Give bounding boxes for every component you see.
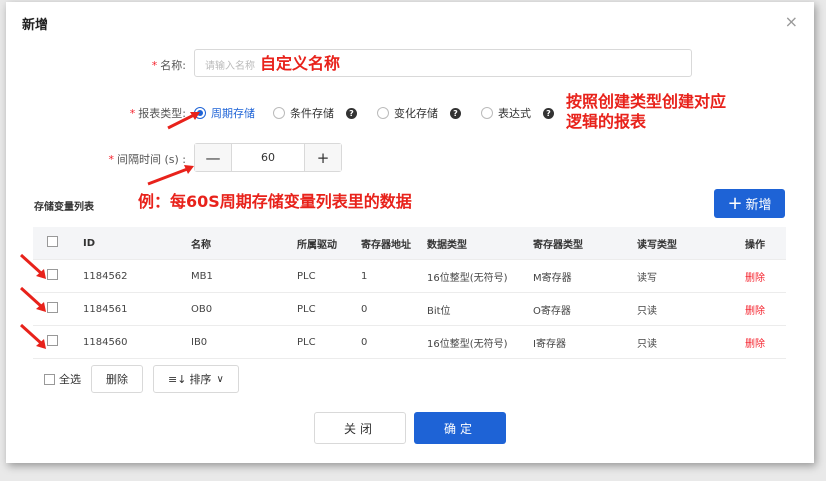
col-id: ID (83, 237, 96, 249)
cell-address: 0 (361, 336, 368, 348)
annotation-interval: 例：每60S周期存储变量列表里的数据 (138, 192, 412, 211)
confirm-button[interactable]: 确定 (414, 412, 506, 444)
cell-data-type: Bit位 (427, 305, 451, 317)
radio-expression[interactable]: 表达式 (481, 105, 531, 121)
cell-id: 1184560 (83, 336, 128, 348)
select-all[interactable]: 全选 (44, 371, 81, 387)
add-variable-button[interactable]: + 新增 (714, 189, 785, 218)
cell-register-type: O寄存器 (533, 305, 571, 317)
annotation-name: 自定义名称 (260, 54, 341, 73)
cell-register-type: M寄存器 (533, 272, 572, 284)
close-icon[interactable]: × (785, 12, 798, 31)
delete-row-link[interactable]: 删除 (745, 335, 785, 350)
col-action: 操作 (745, 239, 765, 251)
batch-delete-button[interactable]: 删除 (91, 365, 143, 393)
cell-id: 1184561 (83, 303, 128, 315)
cell-name: IB0 (191, 336, 208, 348)
cell-address: 1 (361, 270, 368, 282)
radio-dot-icon (273, 107, 285, 119)
help-icon[interactable]: ? (450, 107, 461, 119)
cell-driver: PLC (297, 303, 316, 315)
radio-dot-icon (377, 107, 389, 119)
table-footer: 全选 删除 ≡↓ 排序 ∨ (44, 365, 249, 393)
table-row: 1184561 OB0 PLC 0 Bit位 O寄存器 只读 删除 (33, 293, 786, 326)
col-driver: 所属驱动 (297, 239, 337, 251)
cell-register-type: I寄存器 (533, 338, 566, 350)
chevron-down-icon: ∨ (216, 373, 224, 385)
cell-address: 0 (361, 303, 368, 315)
decrement-button[interactable]: — (195, 144, 231, 171)
header-checkbox[interactable] (47, 236, 58, 247)
annotation-arrow-icon (147, 165, 194, 186)
interval-value[interactable]: 60 (231, 144, 305, 171)
help-icon[interactable]: ? (346, 107, 357, 119)
select-all-checkbox[interactable] (44, 373, 55, 385)
annotation-arrow-icon (19, 323, 46, 349)
cell-rw-type: 只读 (637, 305, 657, 317)
delete-row-link[interactable]: 删除 (745, 269, 785, 284)
cell-driver: PLC (297, 336, 316, 348)
plus-icon: + (727, 192, 743, 214)
annotation-arrow-icon (19, 253, 46, 279)
row-checkbox[interactable] (47, 269, 58, 280)
add-report-dialog: 新增 × * 名称: 请输入名称 自定义名称 * 报表类型: 周期存储 条件存储 ?… (6, 2, 814, 463)
col-name: 名称 (191, 239, 211, 251)
cell-driver: PLC (297, 270, 316, 282)
table-header: ID 名称 所属驱动 寄存器地址 数据类型 寄存器类型 读写类型 操作 (33, 227, 786, 260)
row-checkbox[interactable] (47, 335, 58, 346)
row-checkbox[interactable] (47, 302, 58, 313)
annotation-arrow-icon (167, 112, 200, 130)
report-type-radio-group: 周期存储 条件存储 ? 变化存储 ? 表达式 ? (194, 105, 574, 121)
sort-icon: ≡↓ (168, 372, 187, 386)
interval-stepper: — 60 + (194, 143, 342, 172)
table-row: 1184562 MB1 PLC 1 16位整型(无符号) M寄存器 读写 删除 (33, 260, 786, 293)
table-row: 1184560 IB0 PLC 0 16位整型(无符号) I寄存器 只读 删除 (33, 326, 786, 359)
variables-table: ID 名称 所属驱动 寄存器地址 数据类型 寄存器类型 读写类型 操作 1184… (33, 227, 786, 359)
radio-conditional[interactable]: 条件存储 (273, 105, 334, 121)
radio-periodic[interactable]: 周期存储 (194, 105, 255, 121)
section-title: 存储变量列表 (34, 202, 94, 213)
col-data-type: 数据类型 (427, 239, 467, 251)
name-label: * 名称: (151, 59, 186, 72)
sort-button[interactable]: ≡↓ 排序 ∨ (153, 365, 239, 393)
annotation-arrow-icon (19, 286, 46, 312)
cell-name: MB1 (191, 270, 213, 282)
cell-name: OB0 (191, 303, 213, 315)
delete-row-link[interactable]: 删除 (745, 302, 785, 317)
help-icon[interactable]: ? (543, 107, 554, 119)
col-address: 寄存器地址 (361, 239, 411, 251)
close-button[interactable]: 关闭 (314, 412, 406, 444)
col-register-type: 寄存器类型 (533, 239, 583, 251)
cell-data-type: 16位整型(无符号) (427, 272, 508, 284)
increment-button[interactable]: + (305, 144, 341, 171)
radio-dot-icon (481, 107, 493, 119)
dialog-title: 新增 (22, 18, 49, 33)
radio-change[interactable]: 变化存储 (377, 105, 438, 121)
cell-data-type: 16位整型(无符号) (427, 338, 508, 350)
cell-id: 1184562 (83, 270, 128, 282)
annotation-type: 按照创建类型创建对应 逻辑的报表 (566, 92, 727, 131)
cell-rw-type: 只读 (637, 338, 657, 350)
col-rw-type: 读写类型 (637, 239, 677, 251)
cell-rw-type: 读写 (637, 272, 657, 284)
